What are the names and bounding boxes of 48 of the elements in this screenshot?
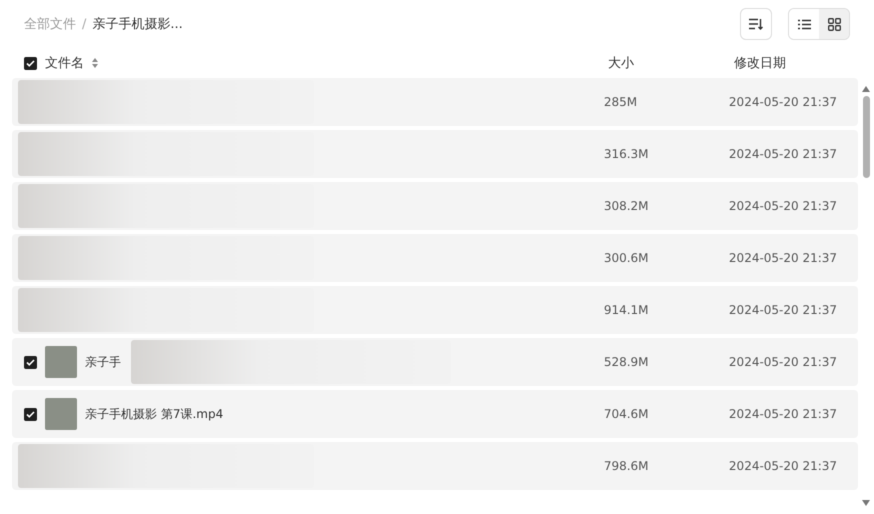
modified-date: 2024-05-20 21:37 — [728, 95, 838, 109]
photo-placeholder — [45, 398, 77, 430]
column-header[interactable]: 大小 — [608, 54, 734, 72]
file-row[interactable]: 285M 2024-05-20 21:37 — [12, 78, 858, 126]
file-size: 285M — [604, 95, 638, 109]
sort-button[interactable] — [740, 8, 772, 40]
breadcrumb-separator: / — [82, 16, 86, 32]
modified-date: 2024-05-20 21:37 — [728, 251, 838, 265]
list-icon — [798, 18, 810, 30]
grid-view-button[interactable] — [819, 9, 849, 39]
file-row[interactable]: 798.6M 2024-05-20 21:37 — [12, 442, 858, 490]
modified-date: 2024-05-20 21:37 — [728, 199, 838, 213]
row-checkbox[interactable] — [24, 356, 37, 368]
checkmark-icon — [26, 410, 35, 418]
sort-arrows-icon[interactable] — [92, 58, 98, 68]
modified-date: 2024-05-20 21:37 — [728, 355, 838, 369]
scrollbar-thumb[interactable] — [862, 96, 870, 178]
photo-placeholder — [45, 346, 77, 378]
modified-date: 2024-05-20 21:37 — [728, 303, 838, 317]
file-row[interactable]: 亲子手机摄影 第7课.mp4 704.6M 2024-05-20 21:37 — [12, 390, 858, 438]
scroll-up-icon[interactable] — [862, 86, 870, 92]
file-size: 798.6M — [604, 459, 650, 473]
sort-icon — [749, 18, 763, 30]
file-size: 308.2M — [604, 199, 650, 213]
select-all-checkbox[interactable] — [24, 56, 37, 70]
file-row[interactable]: 亲子手 528.9M 2024-05-20 21:37 — [12, 338, 858, 386]
column-header[interactable]: 文件名 — [45, 54, 84, 72]
file-size: 316.3M — [604, 147, 650, 161]
row-checkbox[interactable] — [24, 408, 37, 420]
file-row[interactable]: 914.1M 2024-05-20 21:37 — [12, 286, 858, 334]
modified-date: 2024-05-20 21:37 — [728, 147, 838, 161]
file-size: 300.6M — [604, 251, 650, 265]
breadcrumb-item: 亲子手机摄影... — [92, 16, 183, 33]
column-header[interactable]: 修改日期 — [734, 54, 864, 72]
file-size: 914.1M — [604, 303, 650, 317]
file-row[interactable]: 300.6M 2024-05-20 21:37 — [12, 234, 858, 282]
modified-date: 2024-05-20 21:37 — [728, 459, 838, 473]
grid-icon — [828, 18, 840, 30]
file-row[interactable]: 316.3M 2024-05-20 21:37 — [12, 130, 858, 178]
modified-date: 2024-05-20 21:37 — [728, 407, 838, 421]
checkmark-icon — [26, 358, 35, 366]
file-size: 704.6M — [604, 407, 650, 421]
file-row[interactable]: 308.2M 2024-05-20 21:37 — [12, 182, 858, 230]
scroll-down-icon[interactable] — [862, 500, 870, 506]
file-name: 亲子手机摄影 第7课.mp4 — [85, 406, 224, 422]
file-name: 亲子手 — [85, 354, 121, 370]
checkmark-icon — [26, 60, 35, 66]
file-size: 528.9M — [604, 355, 650, 369]
